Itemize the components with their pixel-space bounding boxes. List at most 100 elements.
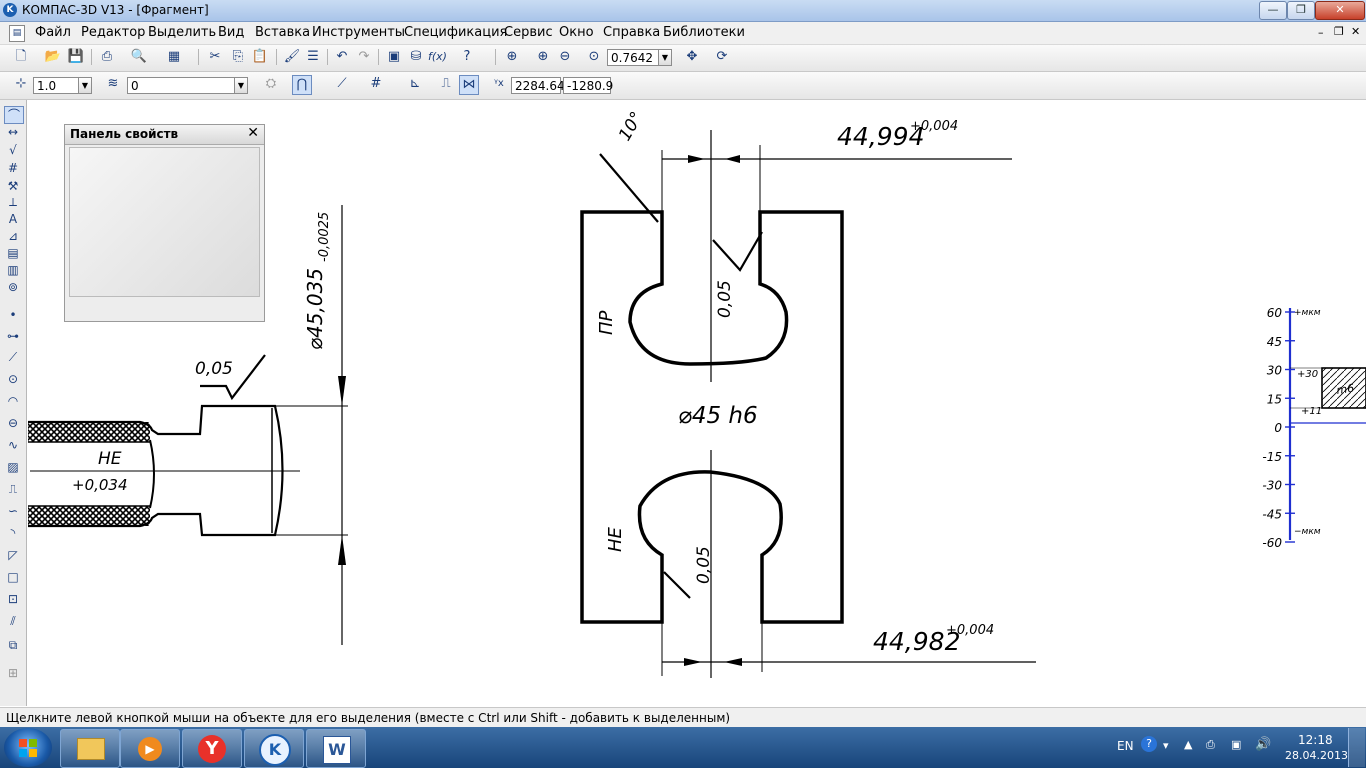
zoom-in-icon[interactable]: ⊕ — [534, 48, 552, 66]
menu-specification[interactable]: Спецификация — [404, 25, 507, 40]
step-cursor-icon[interactable]: ⊹ — [12, 75, 30, 93]
collect-contour-icon[interactable]: ⧉ — [4, 637, 22, 653]
lang-indicator[interactable]: EN — [1117, 739, 1134, 753]
help-tray-icon[interactable]: ? — [1141, 736, 1157, 752]
show-desktop-button[interactable] — [1348, 728, 1365, 767]
ortho-icon[interactable]: ⟋ — [333, 75, 351, 93]
print-icon[interactable]: ⎙ — [98, 48, 116, 66]
hatch-icon[interactable]: ▨ — [4, 459, 22, 475]
maximize-button[interactable]: ❐ — [1287, 1, 1315, 20]
menu-window[interactable]: Окно — [559, 25, 594, 40]
aux-line-icon[interactable]: ⊶ — [4, 328, 22, 344]
segment-icon[interactable]: ⟋ — [4, 349, 22, 365]
format-brush-icon[interactable]: 🖌 — [283, 48, 301, 66]
redo-icon[interactable]: ↷ — [355, 48, 373, 66]
layer-properties-icon[interactable]: ⛭ — [262, 75, 280, 93]
outline-icon[interactable]: ⊡ — [4, 591, 22, 607]
kompas-icon[interactable]: K — [244, 729, 304, 768]
manager-icon[interactable]: ▣ — [385, 48, 403, 66]
grid-icon[interactable]: # — [367, 75, 385, 93]
circle-icon[interactable]: ⊙ — [4, 371, 22, 387]
cut-icon[interactable]: ✂ — [206, 48, 224, 66]
properties-list-icon[interactable]: ☰ — [304, 48, 322, 66]
library-manager-icon[interactable]: ⛁ — [407, 48, 425, 66]
layer-input[interactable]: 0 — [127, 77, 235, 94]
parametrization-icon[interactable]: ⚒ — [4, 178, 22, 194]
edit-panel-icon[interactable]: # — [4, 160, 22, 176]
clock-date[interactable]: 28.04.2013 — [1285, 749, 1348, 762]
menu-select[interactable]: Выделить — [148, 25, 216, 40]
layer-icon[interactable]: ≋ — [104, 75, 122, 93]
variables-fx-icon[interactable]: f(x) — [428, 48, 447, 66]
document-icon[interactable]: ▤ — [9, 25, 25, 42]
paste-icon[interactable]: 📋 — [251, 48, 269, 66]
select-icon[interactable]: A — [4, 211, 22, 227]
snap-magnet-icon[interactable]: ⋂ — [292, 75, 312, 95]
step-dropdown[interactable]: ▼ — [78, 77, 92, 94]
undo-icon[interactable]: ↶ — [333, 48, 351, 66]
geometry-panel-icon[interactable]: ⌒ — [4, 106, 24, 124]
coord-x-input[interactable]: 2284.64 — [511, 77, 565, 94]
designations-panel-icon[interactable]: √ — [4, 142, 22, 158]
media-player-icon[interactable]: ▶ — [120, 729, 180, 768]
zoom-scale-icon[interactable]: ⊙ — [585, 48, 603, 66]
minimize-button[interactable]: — — [1259, 1, 1287, 20]
reports-icon[interactable]: ▥ — [4, 262, 22, 278]
save-icon[interactable]: 💾 — [67, 48, 85, 66]
equidistant-icon[interactable]: ⫽ — [4, 613, 22, 629]
menu-insert[interactable]: Вставка — [255, 25, 310, 40]
zoom-window-icon[interactable]: ⊕ — [503, 48, 521, 66]
close-button[interactable]: ✕ — [1315, 1, 1365, 20]
doc-restore-button[interactable]: ❐ — [1334, 25, 1344, 38]
panel-close-icon[interactable]: ✕ — [247, 125, 259, 141]
menu-file[interactable]: Файл — [35, 25, 71, 40]
usb-tray-icon[interactable]: ⎙ — [1206, 738, 1215, 752]
rectangle-icon[interactable]: □ — [4, 569, 22, 585]
tolerance-scale[interactable]: 60 45 30 15 0 -15 -30 -45 -60 — [1262, 306, 1366, 550]
word-icon[interactable]: W — [306, 729, 366, 768]
zoom-input[interactable]: 0.7642 — [607, 49, 663, 66]
local-cs-icon[interactable]: ⊾ — [406, 75, 424, 93]
zoom-out-icon[interactable]: ⊖ — [556, 48, 574, 66]
help-pointer-icon[interactable]: ? — [458, 48, 476, 66]
clock-time[interactable]: 12:18 — [1298, 733, 1333, 747]
menu-help[interactable]: Справка — [603, 25, 660, 40]
refresh-view-icon[interactable]: ⟳ — [713, 48, 731, 66]
properties-panel[interactable]: Панель свойств ✕ — [64, 124, 265, 322]
open-folder-icon[interactable]: 📂 — [44, 48, 62, 66]
dimensions-panel-icon[interactable]: ↔ — [4, 124, 22, 140]
doc-close-button[interactable]: ✕ — [1351, 25, 1360, 38]
fillet-icon[interactable]: ◝ — [4, 525, 22, 541]
polyline-icon[interactable]: ⎍ — [4, 481, 22, 497]
ellipse-icon[interactable]: ⊖ — [4, 415, 22, 431]
doc-minimize-button[interactable]: – — [1318, 26, 1324, 39]
pan-icon[interactable]: ✥ — [683, 48, 701, 66]
insert-icon[interactable]: ⊚ — [4, 279, 22, 295]
coord-y-input[interactable]: -1280.9 — [563, 77, 613, 94]
bezier-icon[interactable]: ∽ — [4, 503, 22, 519]
volume-tray-icon[interactable]: 🔊 — [1255, 737, 1271, 752]
page-setup-icon[interactable]: ▦ — [165, 48, 183, 66]
spec-icon[interactable]: ▤ — [4, 245, 22, 261]
step-input[interactable]: 1.0 — [33, 77, 79, 94]
copy-icon[interactable]: ⎘ — [229, 48, 247, 66]
start-button[interactable] — [4, 728, 52, 767]
ortho-mode-icon[interactable]: ⎍ — [437, 75, 455, 93]
associative-views-icon[interactable]: ⊿ — [4, 228, 22, 244]
explorer-icon[interactable] — [60, 729, 120, 768]
menu-view[interactable]: Вид — [218, 25, 244, 40]
measure-icon[interactable]: ⟂ — [4, 194, 22, 210]
print-preview-icon[interactable]: 🔍 — [130, 48, 148, 66]
round-coords-icon[interactable]: ⋈ — [459, 75, 479, 95]
menu-service[interactable]: Сервис — [504, 25, 553, 40]
arc-icon[interactable]: ◠ — [4, 393, 22, 409]
gauge-drawing[interactable] — [580, 130, 1036, 678]
layer-dropdown[interactable]: ▼ — [234, 77, 248, 94]
menu-edit[interactable]: Редактор — [81, 25, 145, 40]
point-icon[interactable]: • — [4, 307, 22, 323]
menu-tools[interactable]: Инструменты — [312, 25, 405, 40]
more-tools-icon[interactable]: ⊞ — [4, 665, 22, 681]
yandex-browser-icon[interactable]: Y — [182, 729, 242, 768]
menu-libraries[interactable]: Библиотеки — [663, 25, 745, 40]
network-tray-icon[interactable]: ▣ — [1231, 738, 1241, 751]
